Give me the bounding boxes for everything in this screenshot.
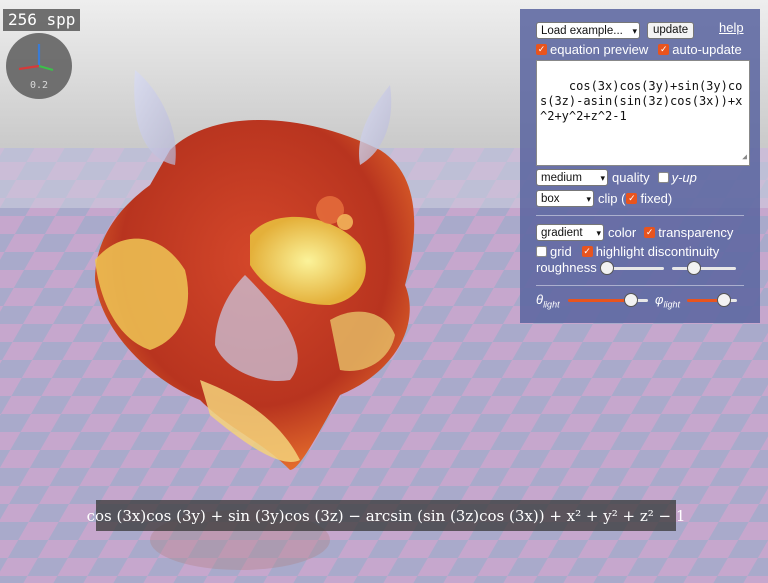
- phi-light-slider-thumb[interactable]: [717, 293, 731, 307]
- highlight-discontinuity-label: highlight discontinuity: [595, 244, 720, 259]
- theta-light-slider-thumb[interactable]: [624, 293, 638, 307]
- equation-preview-checkbox[interactable]: ✓: [536, 44, 547, 55]
- equation-input-text: cos(3x)cos(3y)+sin(3y)cos(3z)-asin(sin(3…: [540, 79, 743, 123]
- roughness-slider-2-thumb[interactable]: [687, 261, 701, 275]
- phi-light-slider[interactable]: [687, 293, 737, 307]
- auto-update-label: auto-update: [672, 42, 742, 57]
- gizmo-scale-label: 0.2: [30, 80, 48, 91]
- update-button[interactable]: update: [647, 22, 695, 39]
- help-link[interactable]: help: [719, 20, 744, 35]
- chevron-down-icon: ▾: [586, 193, 591, 204]
- resize-grip-icon[interactable]: ◢: [742, 149, 747, 164]
- roughness-label: roughness: [536, 260, 597, 275]
- control-panel: Load example... ▾ update help ✓ equation…: [520, 9, 760, 323]
- auto-update-checkbox[interactable]: ✓: [658, 44, 670, 55]
- color-value: gradient: [541, 226, 583, 239]
- theta-symbol: θ: [536, 292, 544, 307]
- transparency-checkbox[interactable]: ✓: [644, 227, 656, 238]
- roughness-slider-1[interactable]: [600, 261, 664, 275]
- chevron-down-icon: ▾: [600, 172, 605, 183]
- load-example-select[interactable]: Load example... ▾: [536, 22, 640, 39]
- roughness-slider-2-track: [672, 267, 736, 270]
- equation-input[interactable]: cos(3x)cos(3y)+sin(3y)cos(3z)-asin(sin(3…: [536, 60, 750, 166]
- color-select[interactable]: gradient ▾: [536, 224, 604, 241]
- clip-value: box: [541, 192, 560, 205]
- roughness-slider-2[interactable]: [672, 261, 736, 275]
- equation-preview-display: cos (3x)cos (3y) + sin (3y)cos (3z) − ar…: [87, 500, 685, 531]
- color-label: color: [608, 225, 637, 240]
- highlight-discontinuity-checkbox[interactable]: ✓: [581, 246, 593, 257]
- phi-light-label: φlight: [655, 292, 680, 310]
- quality-value: medium: [541, 171, 582, 184]
- clip-label: clip (: [598, 191, 626, 206]
- axis-gizmo[interactable]: 0.2: [5, 32, 73, 100]
- quality-select[interactable]: medium ▾: [536, 169, 608, 186]
- quality-label: quality: [612, 170, 650, 185]
- panel-divider: [536, 285, 744, 286]
- phi-subscript: light: [663, 299, 680, 310]
- equation-preview-label: equation preview: [550, 42, 649, 57]
- load-example-value: Load example...: [541, 24, 623, 37]
- clip-fixed-label: fixed): [640, 191, 673, 206]
- chevron-down-icon: ▾: [596, 227, 601, 238]
- theta-subscript: light: [543, 299, 560, 310]
- samples-per-pixel-counter: 256 spp: [3, 9, 81, 31]
- transparency-label: transparency: [658, 225, 734, 240]
- clip-fixed-checkbox[interactable]: ✓: [626, 193, 638, 204]
- chevron-down-icon: ▾: [632, 25, 637, 36]
- roughness-slider-1-thumb[interactable]: [600, 261, 614, 275]
- y-up-checkbox[interactable]: [657, 172, 669, 183]
- y-up-label: y-up: [671, 170, 697, 185]
- equation-preview-text: cos (3x)cos (3y) + sin (3y)cos (3z) − ar…: [86, 506, 686, 525]
- theta-light-label: θlight: [536, 292, 560, 310]
- grid-label: grid: [550, 244, 572, 259]
- theta-light-slider[interactable]: [568, 293, 648, 307]
- clip-select[interactable]: box ▾: [536, 190, 594, 207]
- grid-checkbox[interactable]: [536, 246, 547, 257]
- panel-divider: [536, 215, 744, 216]
